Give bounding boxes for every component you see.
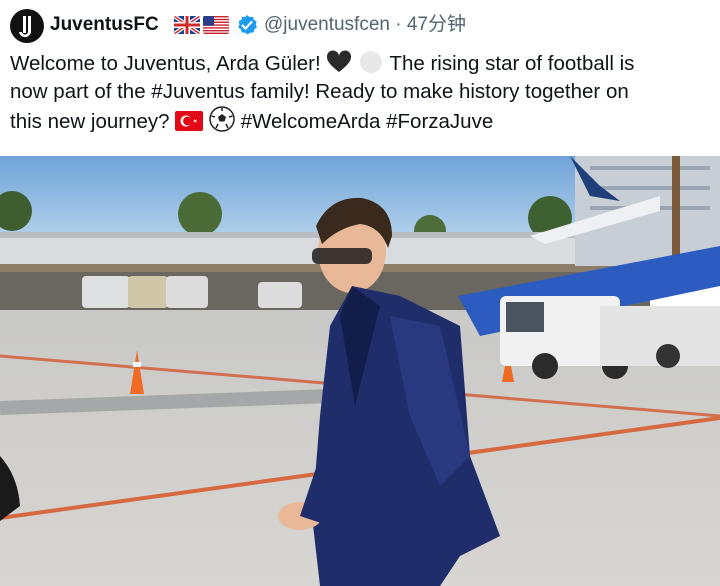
tweet-text-part: Welcome to Juventus, Arda Güler! bbox=[10, 52, 321, 75]
handle-and-time[interactable]: @juventusfcen · 47分钟 bbox=[264, 12, 466, 38]
tweet-header: JuventusFC @juventusfcen · 47分钟 bbox=[0, 0, 720, 50]
verified-badge-icon bbox=[238, 15, 257, 35]
tweet-photo[interactable] bbox=[0, 156, 720, 586]
turkey-flag-icon bbox=[175, 111, 204, 131]
tweet-text-part: this new journey? bbox=[10, 110, 170, 133]
hashtags[interactable]: #WelcomeArda #ForzaJuve bbox=[241, 110, 494, 133]
tweet-line-1: Welcome to Juventus, Arda Güler! The ris… bbox=[10, 50, 710, 78]
separator: · bbox=[395, 14, 402, 35]
soccer-ball-icon bbox=[209, 106, 235, 132]
display-name[interactable]: JuventusFC bbox=[50, 12, 159, 38]
timestamp: 47分钟 bbox=[406, 14, 466, 35]
juventus-logo-icon bbox=[19, 16, 32, 38]
tweet-text-part: The rising star of football is bbox=[389, 52, 635, 75]
photo-player-at-airport bbox=[0, 156, 720, 586]
tweet-text: Welcome to Juventus, Arda Güler! The ris… bbox=[10, 50, 710, 136]
white-heart-icon bbox=[360, 51, 383, 73]
flag-emojis bbox=[174, 16, 229, 34]
uk-flag-icon bbox=[174, 16, 200, 34]
avatar[interactable] bbox=[10, 9, 44, 43]
tweet-line-3: this new journey? #WelcomeArda #ForzaJuv… bbox=[10, 106, 710, 136]
tweet-line-2: now part of the #Juventus family! Ready … bbox=[10, 80, 629, 103]
us-flag-icon bbox=[203, 16, 229, 34]
handle: @juventusfcen bbox=[264, 14, 390, 35]
black-heart-icon bbox=[327, 50, 352, 72]
